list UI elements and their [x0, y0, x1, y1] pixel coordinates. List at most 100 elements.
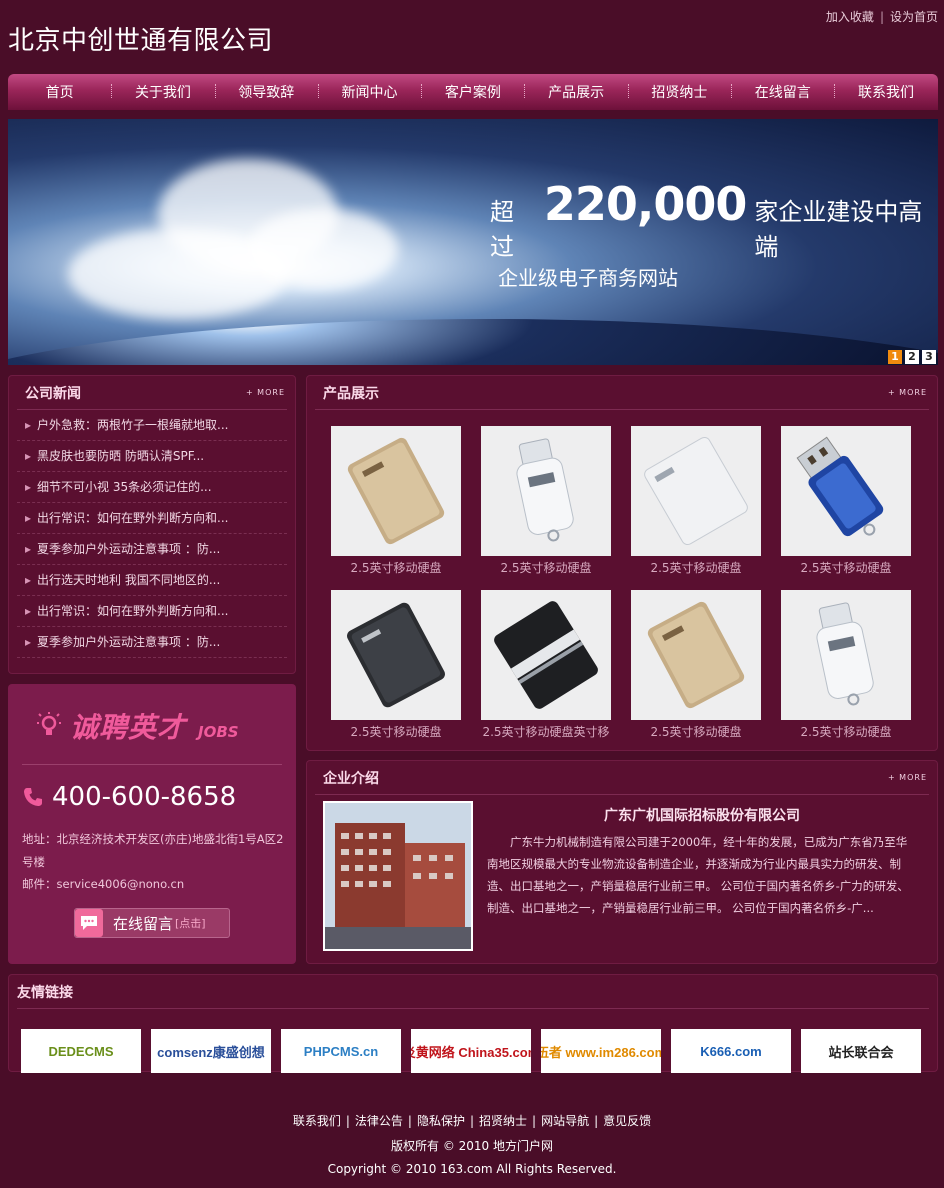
nav-item-products[interactable]: 产品展示 [524, 82, 627, 102]
hero-banner[interactable]: 超过 220,000 家企业建设中高端 企业级电子商务网站 1 2 3 [8, 119, 938, 365]
news-item-title: 夏季参加户外运动注意事项 ：防... [37, 542, 221, 556]
product-card[interactable]: 2.5英寸移动硬盘 [331, 426, 461, 576]
friend-link-logo[interactable]: 站长联合会 [801, 1029, 921, 1073]
lightbulb-icon [37, 712, 61, 735]
jobs-header: 诚聘英才 JOBS [36, 706, 239, 746]
nav-item-leader[interactable]: 领导致辞 [214, 82, 318, 102]
phone-icon [24, 788, 42, 806]
jobs-subtitle: JOBS [198, 723, 239, 741]
products-panel-header: 产品展示 + MORE [315, 376, 929, 410]
product-caption[interactable]: 2.5英寸移动硬盘 [631, 723, 761, 740]
friend-link-logo[interactable]: 伍者 www.im286.com [541, 1029, 661, 1073]
product-card[interactable]: 2.5英寸移动硬盘 [781, 426, 911, 576]
bullet-icon: ▸ [25, 480, 32, 494]
nav-item-contact[interactable]: 联系我们 [834, 82, 937, 102]
products-more-link[interactable]: + MORE [888, 388, 929, 397]
friend-link-logo[interactable]: DEDECMS [21, 1029, 141, 1073]
news-item-title: 出行选天时地利 我国不同地区的... [37, 573, 221, 587]
footer-link[interactable]: 意见反馈 [603, 1114, 651, 1128]
products-grid: 2.5英寸移动硬盘 2.5英寸移动硬盘 2.5英寸移动硬盘 2.5英寸移动硬盘 2.5英… [331, 426, 911, 740]
friend-link-logo[interactable]: PHPCMS.cn [281, 1029, 401, 1073]
friend-links-logos: DEDECMScomsenz康盛创想PHPCMS.cn炎黄网络 China35.… [21, 1029, 921, 1073]
product-card[interactable]: 2.5英寸移动硬盘 [331, 590, 461, 740]
banner-page-2[interactable]: 2 [905, 350, 919, 364]
banner-page-3[interactable]: 3 [922, 350, 936, 364]
nav-item-news[interactable]: 新闻中心 [317, 82, 421, 102]
news-item[interactable]: ▸ 夏季参加户外运动注意事项 ：防... [17, 627, 287, 658]
bullet-icon: ▸ [25, 573, 32, 587]
intro-panel-header: 企业介绍 + MORE [315, 761, 929, 795]
products-title: 产品展示 [323, 385, 379, 402]
company-building-photo[interactable] [323, 801, 473, 951]
bullet-icon: ▸ [25, 511, 32, 525]
add-favorite-link[interactable]: 加入收藏 [826, 10, 874, 24]
product-image[interactable] [631, 590, 761, 720]
address: 地址：北京经济技术开发区(亦庄)地盛北街1号A区2号楼 [22, 828, 284, 874]
jobs-divider [22, 764, 282, 765]
news-item[interactable]: ▸ 黑皮肤也要防晒 防晒认清SPF... [17, 441, 287, 472]
product-caption[interactable]: 2.5英寸移动硬盘 [331, 723, 461, 740]
bullet-icon: ▸ [25, 418, 32, 432]
footer-link[interactable]: 招贤纳士 [479, 1114, 527, 1128]
footer-separator: | [594, 1114, 599, 1128]
site-logo[interactable]: 北京中创世通有限公司 [8, 20, 273, 57]
friend-link-logo[interactable]: 炎黄网络 China35.com [411, 1029, 531, 1073]
top-links-separator: | [879, 10, 884, 24]
footer-link[interactable]: 网站导航 [541, 1114, 589, 1128]
product-card[interactable]: 2.5英寸移动硬盘 [631, 426, 761, 576]
product-caption[interactable]: 2.5英寸移动硬盘 [781, 723, 911, 740]
product-image[interactable] [481, 590, 611, 720]
footer-link[interactable]: 隐私保护 [417, 1114, 465, 1128]
email-value[interactable]: service4006@nono.cn [57, 877, 185, 891]
footer-copyright-en: Copyright © 2010 163.com All Rights Rese… [327, 1162, 617, 1176]
intro-more-link[interactable]: + MORE [888, 773, 929, 782]
bullet-icon: ▸ [25, 449, 32, 463]
news-item[interactable]: ▸ 户外急救：两根竹子一根绳就地取... [17, 410, 287, 441]
news-item[interactable]: ▸ 出行常识：如何在野外判断方向和... [17, 596, 287, 627]
product-caption[interactable]: 2.5英寸移动硬盘 [631, 559, 761, 576]
main-nav: 首页 关于我们 领导致辞 新闻中心 客户案例 产品展示 招贤纳士 在线留言 联系… [8, 74, 938, 110]
product-image[interactable] [331, 590, 461, 720]
nav-item-jobs[interactable]: 招贤纳士 [627, 82, 731, 102]
intro-company-name[interactable]: 广东广机国际招标股份有限公司 [487, 805, 917, 825]
nav-item-about[interactable]: 关于我们 [111, 82, 214, 102]
product-caption[interactable]: 2.5英寸移动硬盘 [781, 559, 911, 576]
product-card[interactable]: 2.5英寸移动硬盘 [481, 426, 611, 576]
product-card[interactable]: 2.5英寸移动硬盘 [781, 590, 911, 740]
product-card[interactable]: 2.5英寸移动硬盘 [631, 590, 761, 740]
news-item[interactable]: ▸ 出行选天时地利 我国不同地区的... [17, 565, 287, 596]
nav-item-home[interactable]: 首页 [8, 82, 111, 102]
footer: 联系我们 | 法律公告 | 隐私保护 | 招贤纳士 | 网站导航 | 意见反馈 版权所有 © 201… [0, 1112, 944, 1176]
news-item[interactable]: ▸ 夏季参加户外运动注意事项 ：防... [17, 534, 287, 565]
friend-link-logo[interactable]: K666.com [671, 1029, 791, 1073]
product-caption[interactable]: 2.5英寸移动硬盘 [481, 559, 611, 576]
products-panel: 产品展示 + MORE 2.5英寸移动硬盘 2.5英寸移动硬盘 2.5英寸移动硬盘 2… [306, 375, 938, 751]
news-more-link[interactable]: + MORE [246, 388, 287, 397]
banner-earth [8, 319, 938, 365]
banner-prefix: 超过 [490, 198, 514, 261]
product-image[interactable] [631, 426, 761, 556]
product-caption[interactable]: 2.5英寸移动硬盘 [331, 559, 461, 576]
footer-link[interactable]: 法律公告 [355, 1114, 403, 1128]
news-item[interactable]: ▸ 出行常识：如何在野外判断方向和... [17, 503, 287, 534]
online-message-button[interactable]: 在线留言 [点击] [74, 908, 230, 938]
address-label: 地址： [22, 832, 57, 846]
set-homepage-link[interactable]: 设为首页 [890, 10, 938, 24]
friend-link-logo[interactable]: comsenz康盛创想 [151, 1029, 271, 1073]
friend-links-header: 友情链接 [17, 975, 929, 1009]
product-card[interactable]: 2.5英寸移动硬盘英寸移 [481, 590, 611, 740]
footer-link[interactable]: 联系我们 [293, 1114, 341, 1128]
product-image[interactable] [331, 426, 461, 556]
news-item[interactable]: ▸ 细节不可小视 35条必须记住的... [17, 472, 287, 503]
news-panel: 公司新闻 + MORE ▸ 户外急救：两根竹子一根绳就地取... ▸ 黑皮肤也要防晒… [8, 375, 296, 674]
intro-panel: 企业介绍 + MORE 广东广机国际招标股份有限公司 广东牛力机械制造有限公司建… [306, 760, 938, 964]
product-image[interactable] [481, 426, 611, 556]
nav-item-cases[interactable]: 客户案例 [421, 82, 524, 102]
banner-page-1[interactable]: 1 [888, 350, 902, 364]
product-image[interactable] [781, 590, 911, 720]
nav-item-message[interactable]: 在线留言 [731, 82, 834, 102]
footer-links: 联系我们 | 法律公告 | 隐私保护 | 招贤纳士 | 网站导航 | 意见反馈 [0, 1112, 944, 1129]
product-image[interactable] [781, 426, 911, 556]
email: 邮件：service4006@nono.cn [22, 876, 184, 892]
product-caption[interactable]: 2.5英寸移动硬盘英寸移 [481, 723, 611, 740]
